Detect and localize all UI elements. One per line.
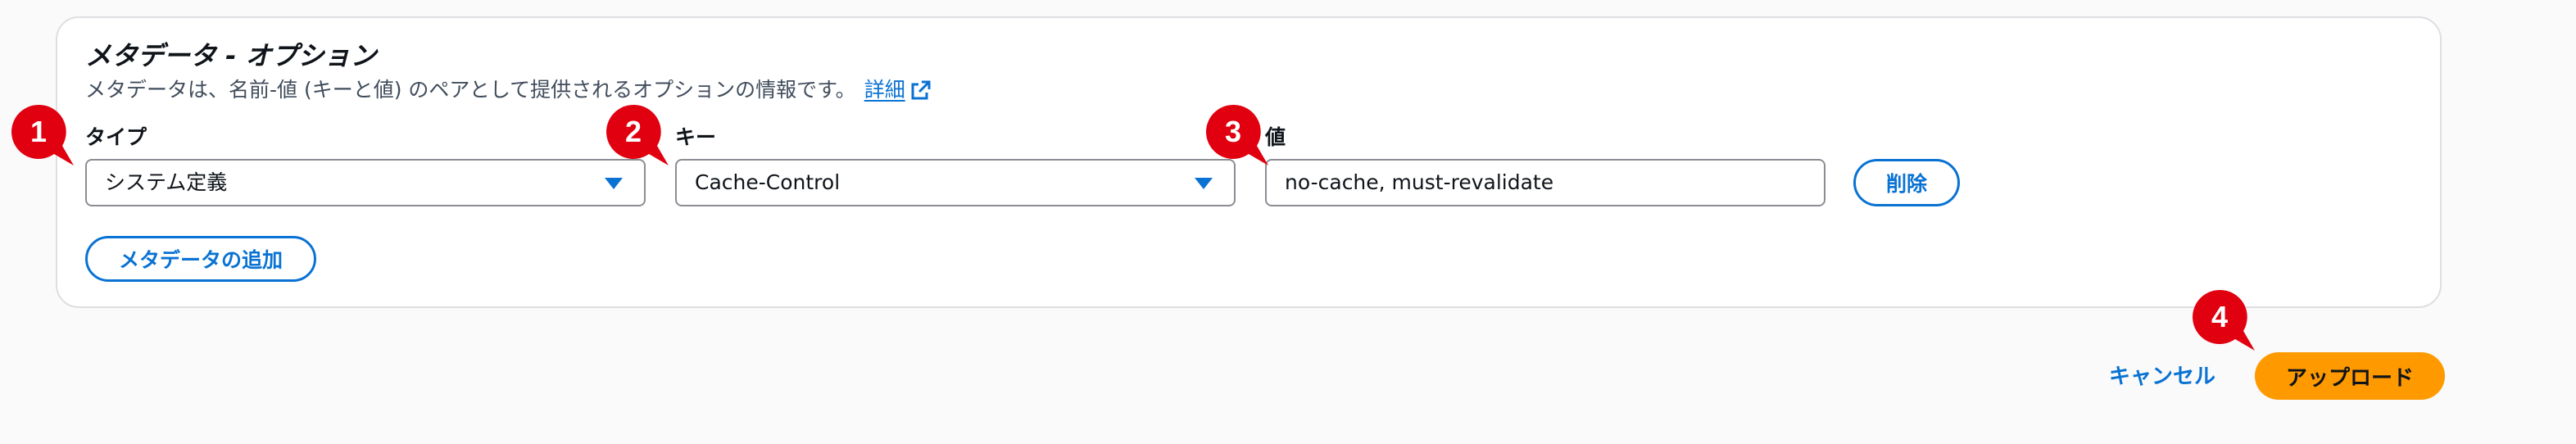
section-title: メタデータ - オプション <box>85 40 377 71</box>
value-input-text: no-cache, must-revalidate <box>1285 170 1554 194</box>
marker-1: 1 <box>11 104 75 169</box>
value-input[interactable]: no-cache, must-revalidate <box>1265 159 1825 206</box>
key-select-value: Cache-Control <box>695 170 841 194</box>
description-text: メタデータは、名前-値 (キーと値) のペアとして提供されるオプションの情報です… <box>85 78 856 102</box>
type-select[interactable]: システム定義 <box>85 159 646 206</box>
cancel-button[interactable]: キャンセル <box>2109 360 2215 393</box>
marker-2: 2 <box>606 104 670 169</box>
marker-4: 4 <box>2193 289 2256 354</box>
key-select[interactable]: Cache-Control <box>675 159 1236 206</box>
type-label: タイプ <box>85 125 147 149</box>
details-link[interactable]: 詳細 <box>864 75 905 105</box>
marker-number: 2 <box>624 115 642 148</box>
key-label: キー <box>675 125 717 149</box>
marker-number: 4 <box>2211 300 2229 333</box>
caret-down-icon <box>605 178 623 189</box>
external-link-icon[interactable] <box>910 79 932 101</box>
add-metadata-button[interactable]: メタデータの追加 <box>85 236 316 282</box>
marker-3: 3 <box>1206 104 1270 169</box>
delete-button[interactable]: 削除 <box>1853 159 1960 206</box>
caret-down-icon <box>1195 178 1213 189</box>
upload-button[interactable]: アップロード <box>2255 352 2445 400</box>
marker-number: 1 <box>29 115 48 148</box>
section-description: メタデータは、名前-値 (キーと値) のペアとして提供されるオプションの情報です… <box>85 75 932 105</box>
marker-number: 3 <box>1224 115 1242 148</box>
type-select-value: システム定義 <box>105 170 228 194</box>
